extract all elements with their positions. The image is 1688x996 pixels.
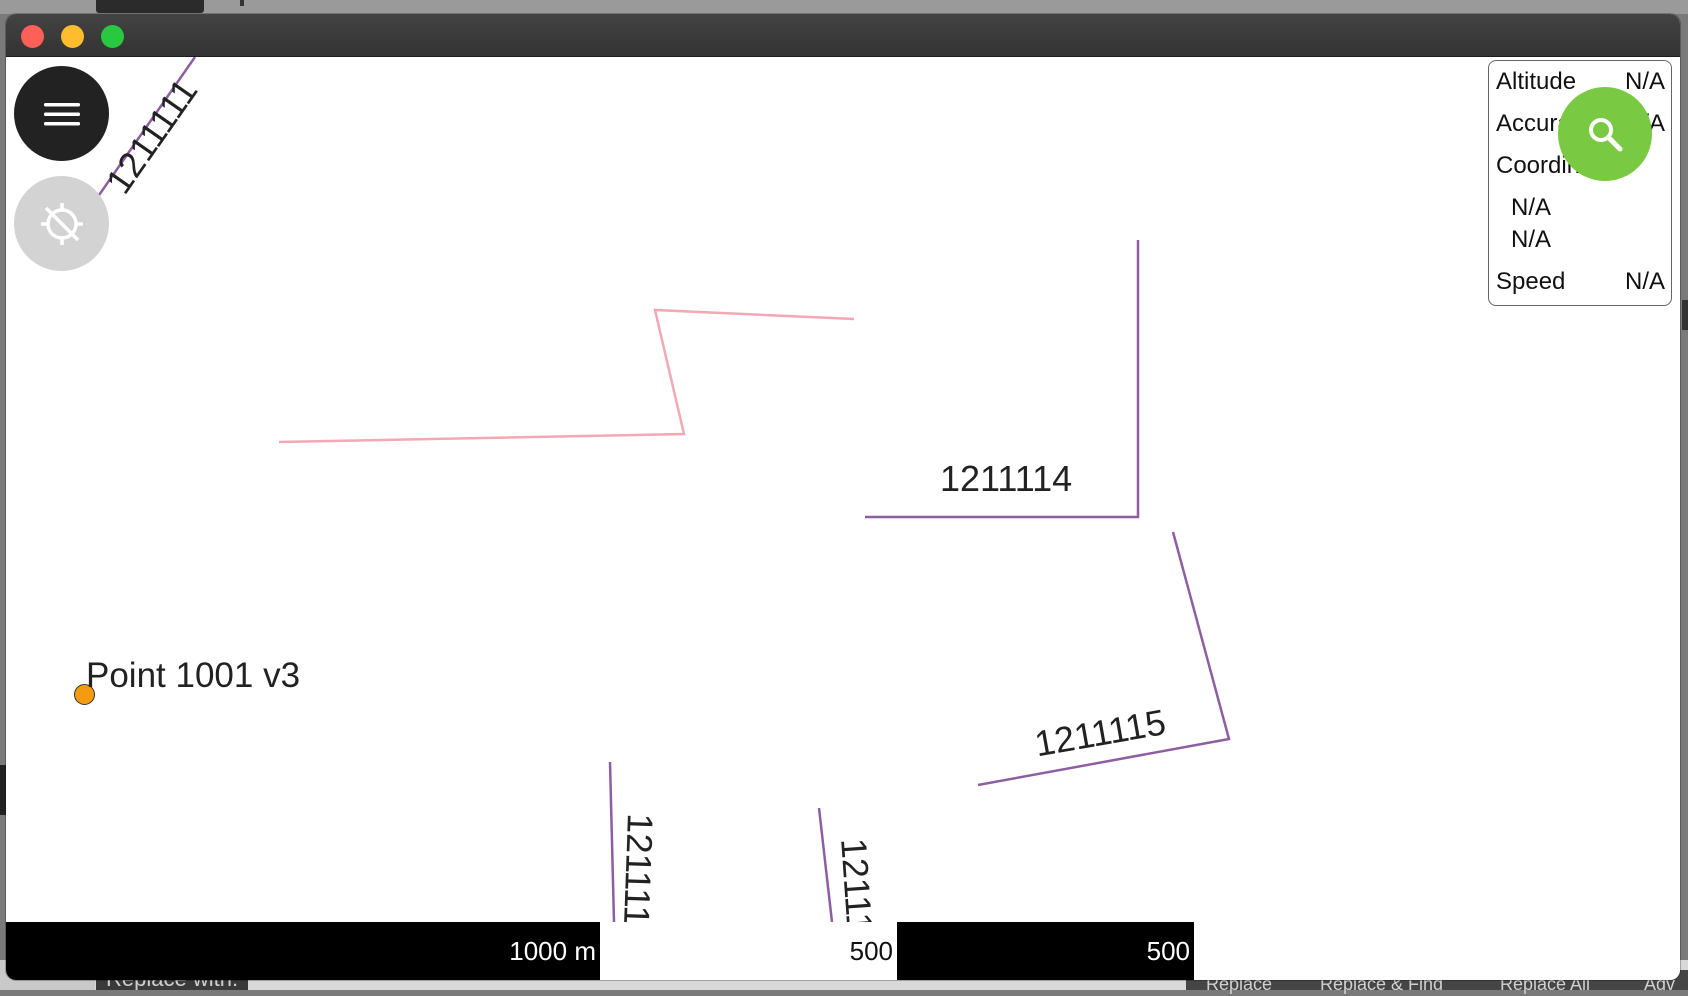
close-window-button[interactable]	[21, 25, 44, 48]
scale-bar-segment-3: 500	[897, 922, 1194, 980]
parcel-line-1211116	[608, 761, 616, 923]
speed-label: Speed	[1496, 268, 1566, 295]
zoom-window-button[interactable]	[101, 25, 124, 48]
scale-bar-segment-2: 500	[600, 922, 897, 980]
window-titlebar[interactable]	[6, 14, 1680, 57]
menu-button[interactable]	[14, 66, 109, 161]
background-editor-tab	[96, 0, 204, 13]
gps-button[interactable]	[14, 176, 109, 271]
parcel-line-121111	[817, 807, 834, 923]
scale-bar-label-3: 500	[1146, 936, 1190, 966]
hamburger-icon	[43, 102, 80, 125]
scale-bar-label-1: 1000 m	[509, 936, 596, 966]
altitude-label: Altitude	[1496, 68, 1577, 95]
background-editor-bar	[0, 0, 1688, 14]
minimize-window-button[interactable]	[61, 25, 84, 48]
scale-bar-segment-1: 1000 m	[6, 922, 600, 980]
coordinate-lat: N/A	[1511, 194, 1552, 221]
coordinate-lon: N/A	[1511, 226, 1552, 253]
point-label: Point 1001 v3	[86, 656, 301, 695]
background-edge-right	[1682, 300, 1688, 330]
search-icon	[1589, 118, 1623, 152]
background-editor-tab-2	[240, 0, 244, 6]
map-view[interactable]: 1211111 1211114 1211115 1211116 121111 P…	[6, 57, 1680, 980]
parcel-label-1211114: 1211114	[940, 458, 1073, 499]
search-button[interactable]	[1558, 87, 1652, 181]
gps-off-icon	[40, 202, 83, 245]
pink-boundary-line	[278, 308, 855, 444]
scale-bar-label-2: 500	[849, 936, 893, 966]
speed-value: N/A	[1624, 268, 1665, 295]
speed-row: Speed N/A	[1496, 266, 1665, 298]
scale-bar: 1000 m 500 500	[6, 922, 1680, 980]
altitude-value: N/A	[1624, 68, 1665, 95]
app-window: 1211111 1211114 1211115 1211116 121111 P…	[6, 14, 1680, 980]
